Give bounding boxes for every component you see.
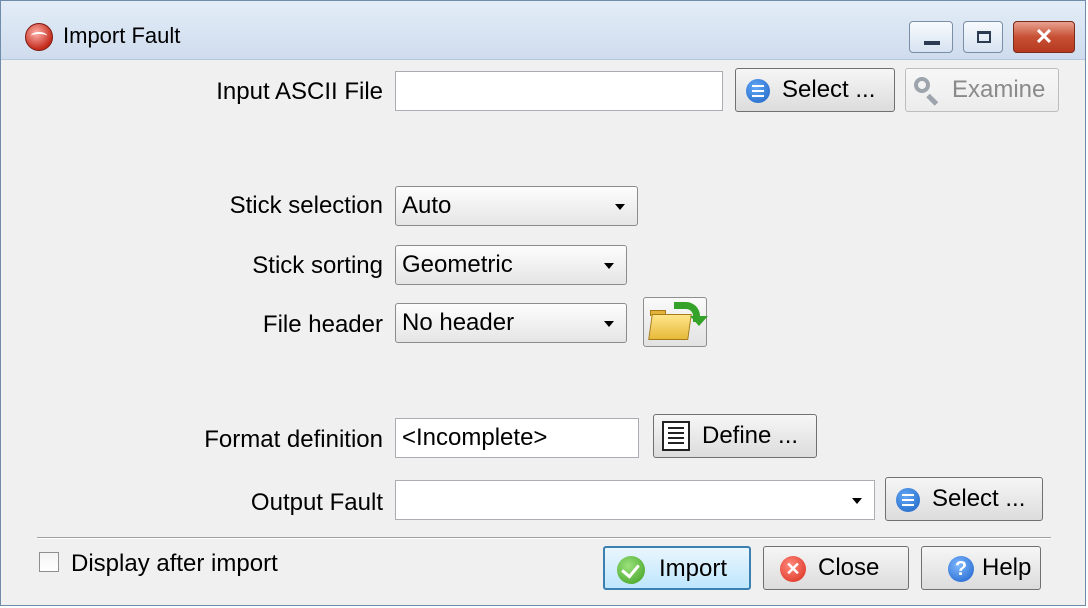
chevron-down-icon <box>604 321 614 327</box>
define-button-label: Define ... <box>702 422 799 449</box>
check-icon <box>617 556 645 584</box>
file-header-dropdown[interactable]: No header <box>395 303 627 343</box>
title-bar[interactable]: Import Fault ✕ <box>1 1 1085 60</box>
divider <box>37 537 1051 539</box>
green-arrow-head-icon <box>690 316 708 326</box>
output-fault-label: Output Fault <box>250 489 383 516</box>
magnifier-icon <box>914 77 940 103</box>
open-header-folder-button[interactable] <box>643 297 708 347</box>
display-after-import-label[interactable]: Display after import <box>71 550 278 578</box>
window-title: Import Fault <box>63 23 181 48</box>
stick-sorting-dropdown[interactable]: Geometric <box>395 245 627 285</box>
select-button-label: Select ... <box>782 76 876 103</box>
maximize-button[interactable] <box>963 21 1003 53</box>
stick-selection-label: Stick selection <box>229 192 383 219</box>
help-icon: ? <box>948 556 974 582</box>
stick-selection-dropdown[interactable]: Auto <box>395 186 638 226</box>
file-header-value: No header <box>402 309 515 336</box>
import-button[interactable]: Import <box>603 546 751 590</box>
display-after-import-checkbox[interactable] <box>39 552 59 572</box>
close-button-label: Close <box>818 554 880 581</box>
app-icon <box>25 23 53 51</box>
format-definition-field[interactable]: <Incomplete> <box>395 418 639 458</box>
file-header-label: File header <box>262 311 383 338</box>
help-button-label: Help <box>982 554 1032 581</box>
define-button[interactable]: Define ... <box>653 414 817 458</box>
close-button[interactable]: ✕ Close <box>763 546 909 590</box>
output-fault-select-button[interactable]: Select ... <box>885 477 1043 521</box>
chevron-down-icon <box>615 204 625 210</box>
help-button[interactable]: ? Help <box>921 546 1041 590</box>
output-fault-dropdown[interactable] <box>395 480 875 520</box>
input-file-select-button[interactable]: Select ... <box>735 68 895 112</box>
minimize-icon <box>924 41 940 45</box>
stick-sorting-label: Stick sorting <box>252 252 383 279</box>
chevron-down-icon <box>604 263 614 269</box>
select-button-label: Select ... <box>932 485 1026 512</box>
list-icon <box>896 488 920 512</box>
input-ascii-file-label: Input ASCII File <box>216 78 383 105</box>
close-icon: ✕ <box>780 556 806 582</box>
list-icon <box>746 79 770 103</box>
examine-button[interactable]: Examine <box>905 68 1059 112</box>
document-icon <box>662 421 690 451</box>
examine-button-label: Examine <box>952 76 1046 103</box>
format-definition-label: Format definition <box>204 426 383 453</box>
minimize-button[interactable] <box>909 21 953 53</box>
import-button-label: Import <box>659 555 728 582</box>
maximize-icon <box>977 31 991 43</box>
stick-sorting-value: Geometric <box>402 251 513 278</box>
stick-selection-value: Auto <box>402 192 452 219</box>
import-fault-dialog: Import Fault ✕ Input ASCII File Select .… <box>0 0 1086 606</box>
input-ascii-file-field[interactable] <box>395 71 723 111</box>
close-icon: ✕ <box>1034 24 1054 49</box>
window-close-button[interactable]: ✕ <box>1013 21 1075 53</box>
chevron-down-icon <box>852 498 862 504</box>
